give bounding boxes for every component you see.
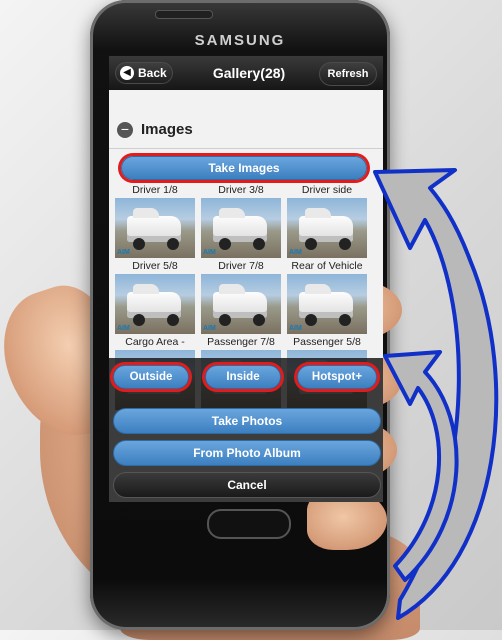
thumbnail-image[interactable]: AIM [115, 198, 195, 258]
thumbnail-label: Driver 7/8 [218, 260, 264, 272]
phone-brand: SAMSUNG [194, 32, 286, 49]
wheel [339, 314, 351, 326]
thumbnail-image[interactable]: AIM [201, 198, 281, 258]
wheel [305, 314, 317, 326]
wheel [167, 238, 179, 250]
thumbnail-item[interactable]: Driver 3/8 AIM [201, 184, 281, 258]
aim-watermark: AIM [289, 249, 302, 256]
refresh-button[interactable]: Refresh [319, 62, 377, 86]
thumbnail-label: Driver 3/8 [218, 184, 264, 196]
back-label: Back [138, 66, 167, 80]
wheel [133, 238, 145, 250]
wheel [167, 314, 179, 326]
outside-button[interactable]: Outside [113, 365, 189, 389]
thumbnail-item[interactable]: Driver 5/8 AIM [115, 260, 195, 334]
thumbnail-label: Driver 5/8 [132, 260, 178, 272]
wheel [219, 238, 231, 250]
wheel [339, 238, 351, 250]
take-images-button[interactable]: Take Images [121, 156, 367, 180]
wheel [305, 238, 317, 250]
aim-watermark: AIM [117, 249, 130, 256]
thumbnail-label: Passenger 5/8 [293, 336, 361, 348]
thumbnail-item[interactable]: Driver 1/8 AIM [115, 184, 195, 258]
chevron-left-icon: ◀ [120, 66, 134, 80]
back-button[interactable]: ◀ Back [115, 62, 173, 84]
thumbnail-image[interactable]: AIM [115, 274, 195, 334]
thumbnail-label: Passenger 7/8 [207, 336, 275, 348]
thumbnail-label: Rear of Vehicle [291, 260, 363, 272]
hotspot-button[interactable]: Hotspot+ [297, 365, 377, 389]
take-photos-button[interactable]: Take Photos [113, 408, 381, 434]
thumbnail-image[interactable]: AIM [287, 274, 367, 334]
wheel [253, 314, 265, 326]
thumbnail-item[interactable]: Rear of Vehicle AIM [287, 260, 367, 334]
page-title: Gallery(28) [212, 65, 286, 81]
cancel-button[interactable]: Cancel [113, 472, 381, 498]
wheel [253, 238, 265, 250]
aim-watermark: AIM [203, 325, 216, 332]
header-bar: ◀ Back Gallery(28) Refresh [109, 56, 383, 90]
thumbnail-item[interactable]: Driver side AIM [287, 184, 367, 258]
inside-button[interactable]: Inside [205, 365, 281, 389]
thumbnail-image[interactable]: AIM [201, 274, 281, 334]
phone-speaker [155, 10, 213, 19]
thumbnail-item[interactable]: Driver 7/8 AIM [201, 260, 281, 334]
aim-watermark: AIM [203, 249, 216, 256]
phone-screen: ◀ Back Gallery(28) Refresh − Images Take… [109, 56, 383, 502]
thumbnail-label: Driver side [301, 184, 353, 196]
wheel [133, 314, 145, 326]
thumbnail-label: Driver 1/8 [132, 184, 178, 196]
aim-watermark: AIM [289, 325, 302, 332]
minus-circle-icon[interactable]: − [117, 122, 133, 138]
aim-watermark: AIM [117, 325, 130, 332]
wheel [219, 314, 231, 326]
divider [109, 148, 383, 149]
images-section-header[interactable]: − Images [109, 116, 383, 146]
photo-album-button[interactable]: From Photo Album [113, 440, 381, 466]
thumbnail-image[interactable]: AIM [287, 198, 367, 258]
section-title: Images [141, 121, 193, 138]
thumbnail-label: Cargo Area - [125, 336, 185, 348]
home-button[interactable] [207, 509, 291, 539]
